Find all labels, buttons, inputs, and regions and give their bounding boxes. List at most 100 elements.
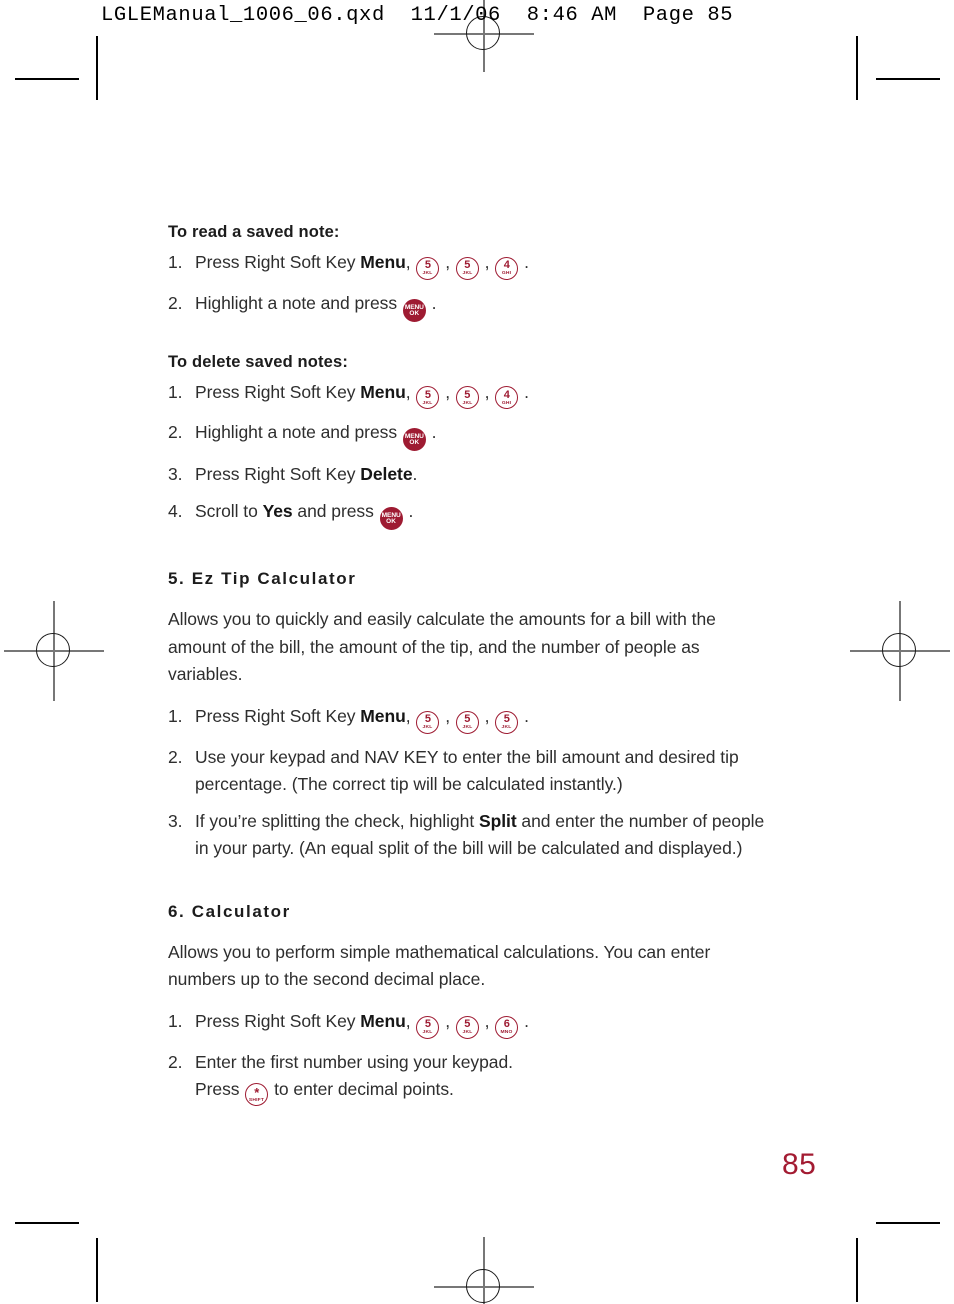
key-menu-ok-icon: MENU OK xyxy=(402,298,426,322)
step-emphasis: Menu xyxy=(360,381,406,402)
key-5-jkl-icon: 5 JKL xyxy=(455,256,479,280)
step-text-post: . xyxy=(519,252,529,273)
key-6-mno-icon: 6 MNO xyxy=(495,1015,519,1039)
step-text-post: . xyxy=(426,292,437,313)
step-separator: , xyxy=(440,706,455,727)
step-text-post: . xyxy=(519,1011,529,1032)
key-menu-ok-icon: MENU OK xyxy=(402,428,426,452)
key-sub-label: JKL xyxy=(422,724,433,730)
step-text-line2-post: to enter decimal points. xyxy=(269,1078,454,1099)
steps-calculator: 1. Press Right Soft Key Menu, 5 JKL , 5 JKL… xyxy=(168,1008,768,1106)
step-text-pre: If you’re splitting the check, highlight xyxy=(195,811,479,832)
registration-circle xyxy=(36,633,70,667)
list-item: 1. Press Right Soft Key Menu, 5 JKL , 5 JKL… xyxy=(168,703,768,734)
step-number: 2. xyxy=(168,746,183,767)
key-sub-label: JKL xyxy=(462,724,473,730)
file-header-line: LGLEManual_1006_06.qxd 11/1/06 8:46 AM P… xyxy=(101,4,734,27)
crop-mark-bottom-left-horizontal xyxy=(15,1222,79,1224)
manual-page: LGLEManual_1006_06.qxd 11/1/06 8:46 AM P… xyxy=(0,0,954,1304)
paragraph-calculator-intro: Allows you to perform simple mathematica… xyxy=(168,941,711,990)
list-item: 2. Highlight a note and press MENU OK . xyxy=(168,290,768,322)
step-number: 2. xyxy=(168,1051,183,1072)
step-emphasis: Menu xyxy=(360,252,406,273)
step-text-post: . xyxy=(412,464,418,485)
step-number: 1. xyxy=(168,1011,183,1032)
list-item: 1. Press Right Soft Key Menu, 5 JKL , 5 JKL… xyxy=(168,1008,768,1039)
step-emphasis: Delete xyxy=(360,464,413,485)
registration-circle xyxy=(882,633,916,667)
step-emphasis: Menu xyxy=(360,1011,406,1032)
registration-circle xyxy=(466,1269,500,1303)
step-separator: , xyxy=(440,381,455,402)
list-item: 3. If you’re splitting the check, highlig… xyxy=(168,808,768,863)
steps-ez-tip: 1. Press Right Soft Key Menu, 5 JKL , 5 JKL… xyxy=(168,703,768,863)
steps-delete-notes: 1. Press Right Soft Key Menu, 5 JKL , 5 JKL… xyxy=(168,379,768,530)
step-text-mid: , xyxy=(405,1011,416,1032)
step-number: 2. xyxy=(168,422,183,443)
list-item: 1. Press Right Soft Key Menu, 5 JKL , 5 JKL… xyxy=(168,249,768,280)
page-number: 85 xyxy=(782,1148,817,1181)
step-number: 3. xyxy=(168,464,183,485)
key-star-shift-icon: * SHIFT xyxy=(245,1082,269,1106)
key-sub-label: JKL xyxy=(462,400,473,406)
key-5-jkl-icon: 5 JKL xyxy=(416,1015,440,1039)
step-text-pre: Highlight a note and press xyxy=(195,292,402,313)
step-text-post: . xyxy=(519,706,529,727)
step-text-mid: , xyxy=(405,381,416,402)
registration-mark-left-middle xyxy=(0,591,114,711)
step-text-pre: Press Right Soft Key xyxy=(195,252,361,273)
key-sub-label: SHIFT xyxy=(249,1097,265,1103)
step-separator: , xyxy=(479,381,495,402)
key-sub-label: OK xyxy=(409,309,420,317)
crop-mark-top-left-vertical xyxy=(96,36,98,100)
list-item: 2. Enter the first number using your keyp… xyxy=(168,1049,768,1106)
step-number: 1. xyxy=(168,706,183,727)
step-text-pre: Scroll to xyxy=(195,501,263,522)
step-number: 2. xyxy=(168,292,183,313)
key-sub-label: JKL xyxy=(422,270,433,277)
step-text-pre: Press Right Soft Key xyxy=(195,1011,361,1032)
step-number: 1. xyxy=(168,381,183,402)
heading-ez-tip-calculator: 5. Ez Tip Calculator xyxy=(168,569,357,588)
key-menu-ok-icon: MENU OK xyxy=(379,507,403,530)
step-text: Use your keypad and NAV KEY to enter the… xyxy=(195,746,739,794)
key-sub-label: JKL xyxy=(422,1029,433,1035)
list-item: 1. Press Right Soft Key Menu, 5 JKL , 5 JKL… xyxy=(168,379,768,410)
key-sub-label: JKL xyxy=(422,400,433,406)
key-sub-label: GHI xyxy=(502,270,512,277)
key-sub-label: JKL xyxy=(462,1029,473,1035)
step-text-pre: Highlight a note and press xyxy=(195,422,402,443)
crop-mark-bottom-left-vertical xyxy=(96,1238,98,1302)
step-text-line1: Enter the first number using your keypad… xyxy=(195,1051,513,1072)
paragraph-ez-tip-intro: Allows you to quickly and easily calcula… xyxy=(168,609,716,685)
key-5-jkl-icon: 5 JKL xyxy=(455,710,479,734)
crop-mark-top-right-vertical xyxy=(856,36,858,100)
key-sub-label: GHI xyxy=(502,400,512,406)
registration-mark-bottom-center xyxy=(424,1227,544,1304)
step-text-pre: Press Right Soft Key xyxy=(195,464,361,485)
step-separator: , xyxy=(479,706,495,727)
list-item: 4. Scroll to Yes and press MENU OK . xyxy=(168,498,768,530)
step-number: 1. xyxy=(168,252,183,273)
key-5-jkl-icon: 5 JKL xyxy=(416,386,440,410)
crop-mark-bottom-right-horizontal xyxy=(876,1222,940,1224)
key-4-ghi-icon: 4 GHI xyxy=(495,386,519,410)
key-sub-label: JKL xyxy=(462,270,473,277)
key-5-jkl-icon: 5 JKL xyxy=(455,1015,479,1039)
key-sub-label: OK xyxy=(386,518,397,526)
step-text-line2-pre: Press xyxy=(195,1078,245,1099)
step-emphasis: Menu xyxy=(360,706,406,727)
step-text-post: . xyxy=(519,381,529,402)
crop-mark-top-right-horizontal xyxy=(876,78,940,80)
key-sub-label: JKL xyxy=(501,724,512,730)
step-text-post: . xyxy=(403,501,414,522)
step-emphasis: Yes xyxy=(262,501,293,522)
step-text-post: . xyxy=(426,422,437,443)
step-emphasis: Split xyxy=(478,811,517,832)
crop-mark-top-left-horizontal xyxy=(15,78,79,80)
step-text-pre: Press Right Soft Key xyxy=(195,381,361,402)
page-content: To read a saved note: 1. Press Right Soft… xyxy=(168,222,768,1116)
